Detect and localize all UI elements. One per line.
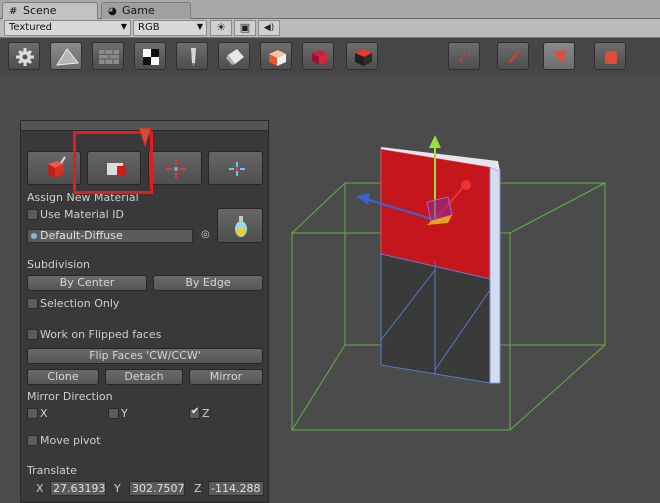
material-bottle-button[interactable] bbox=[217, 208, 263, 243]
translate-y-field[interactable]: 302.7507 bbox=[129, 481, 185, 496]
chevron-down-icon: ▼ bbox=[120, 22, 127, 31]
object-picker-icon[interactable]: ◎ bbox=[201, 229, 210, 240]
render-mode-value: Textured bbox=[9, 22, 52, 33]
gear-icon bbox=[16, 48, 34, 66]
object-mode-button[interactable] bbox=[50, 42, 82, 70]
lighting-toggle-button[interactable]: ☀ bbox=[210, 20, 232, 36]
audio-toggle-button[interactable]: ◀) bbox=[258, 20, 280, 36]
cube-face-icon bbox=[269, 50, 286, 66]
mirror-y-checkbox[interactable] bbox=[108, 408, 119, 419]
tab-scene[interactable]: # Scene bbox=[2, 2, 98, 20]
translate-x-label: X bbox=[36, 482, 44, 495]
flip-faces-button[interactable]: Flip Faces 'CW/CCW' bbox=[27, 348, 263, 364]
work-on-flipped-checkbox[interactable] bbox=[27, 329, 38, 340]
use-material-id-label: Use Material ID bbox=[40, 208, 124, 221]
brick-icon bbox=[99, 50, 119, 64]
mesh-side-face bbox=[489, 166, 501, 384]
move-pivot-button[interactable] bbox=[208, 151, 263, 185]
move-dots-icon bbox=[166, 160, 186, 178]
scene-toolbar: Textured ▼ RGB ▼ ☀ ▣ ◀) bbox=[0, 19, 660, 38]
tab-game-label: Game bbox=[122, 4, 155, 17]
paint-bucket-icon bbox=[226, 49, 244, 65]
pivot-dots-icon bbox=[229, 162, 245, 176]
mirror-z-label: Z bbox=[202, 407, 210, 420]
tab-bar: # Scene ◕ Game bbox=[0, 0, 660, 20]
shape-button[interactable] bbox=[346, 42, 378, 70]
dark-cube-icon bbox=[355, 49, 372, 66]
speaker-icon: ◀) bbox=[263, 23, 275, 33]
gizmo-x-handle bbox=[461, 180, 471, 190]
pen-icon bbox=[191, 48, 196, 67]
vertex-color-button[interactable] bbox=[302, 42, 334, 70]
use-material-id-checkbox[interactable] bbox=[27, 209, 38, 220]
edge-select-button[interactable] bbox=[497, 42, 529, 70]
color-mode-dropdown[interactable]: RGB ▼ bbox=[133, 20, 207, 36]
sun-icon: ☀ bbox=[216, 21, 226, 34]
translate-z-field[interactable]: -114.288 bbox=[208, 481, 264, 496]
vertex-paint-button[interactable] bbox=[176, 42, 208, 70]
selection-only-label: Selection Only bbox=[40, 297, 120, 310]
uv-button[interactable] bbox=[218, 42, 250, 70]
bottle-icon bbox=[235, 216, 247, 237]
element-select-button[interactable] bbox=[594, 42, 626, 70]
material-field[interactable]: Default-Diffuse bbox=[27, 229, 193, 243]
translate-header: Translate bbox=[27, 464, 77, 477]
mirror-button[interactable]: Mirror bbox=[189, 369, 263, 385]
mirror-x-checkbox[interactable] bbox=[27, 408, 38, 419]
settings-button[interactable] bbox=[8, 42, 40, 70]
translate-z-label: Z bbox=[194, 482, 202, 495]
selection-only-checkbox[interactable] bbox=[27, 298, 38, 309]
color-cube-icon bbox=[312, 50, 327, 65]
mirror-z-checkbox[interactable] bbox=[189, 406, 200, 419]
move-center-button[interactable] bbox=[148, 151, 202, 185]
face-select-button[interactable] bbox=[543, 42, 575, 70]
cursor-arrow-icon bbox=[138, 127, 152, 148]
gizmo-y-arrow bbox=[429, 135, 441, 148]
grid-icon: # bbox=[9, 6, 18, 17]
chevron-down-icon: ▼ bbox=[196, 22, 203, 31]
move-pivot-checkbox[interactable] bbox=[27, 435, 38, 446]
triangle-mesh-icon bbox=[56, 48, 79, 66]
detach-button[interactable]: Detach bbox=[105, 369, 183, 385]
element-icon bbox=[605, 51, 617, 64]
pacman-icon: ◕ bbox=[108, 6, 117, 17]
tab-scene-label: Scene bbox=[23, 4, 57, 17]
translate-x-field[interactable]: 27.63193 bbox=[50, 481, 106, 496]
checker-button[interactable] bbox=[134, 42, 166, 70]
by-edge-button[interactable]: By Edge bbox=[153, 275, 263, 291]
mirror-x-label: X bbox=[40, 407, 48, 420]
by-center-button[interactable]: By Center bbox=[27, 275, 147, 291]
subdivision-header: Subdivision bbox=[27, 258, 91, 271]
work-on-flipped-label: Work on Flipped faces bbox=[40, 328, 162, 341]
tab-game[interactable]: ◕ Game bbox=[101, 2, 191, 20]
translate-y-label: Y bbox=[114, 482, 121, 495]
move-pivot-label: Move pivot bbox=[40, 434, 101, 447]
vertex-icon bbox=[459, 52, 471, 62]
clone-button[interactable]: Clone bbox=[27, 369, 99, 385]
brick-mode-button[interactable] bbox=[92, 42, 124, 70]
vertex-select-button[interactable] bbox=[448, 42, 480, 70]
mirror-y-label: Y bbox=[121, 407, 128, 420]
face-icon bbox=[554, 50, 566, 64]
image-toggle-button[interactable]: ▣ bbox=[234, 20, 256, 36]
gizmo-z-arrow bbox=[356, 193, 370, 205]
face-material-button[interactable] bbox=[260, 42, 292, 70]
render-mode-dropdown[interactable]: Textured ▼ bbox=[4, 20, 131, 36]
edge-icon bbox=[508, 50, 520, 64]
editor-toolbar bbox=[0, 39, 660, 75]
image-icon: ▣ bbox=[239, 21, 251, 34]
mirror-direction-header: Mirror Direction bbox=[27, 390, 113, 403]
checker-icon bbox=[143, 49, 159, 65]
color-mode-value: RGB bbox=[138, 22, 160, 33]
